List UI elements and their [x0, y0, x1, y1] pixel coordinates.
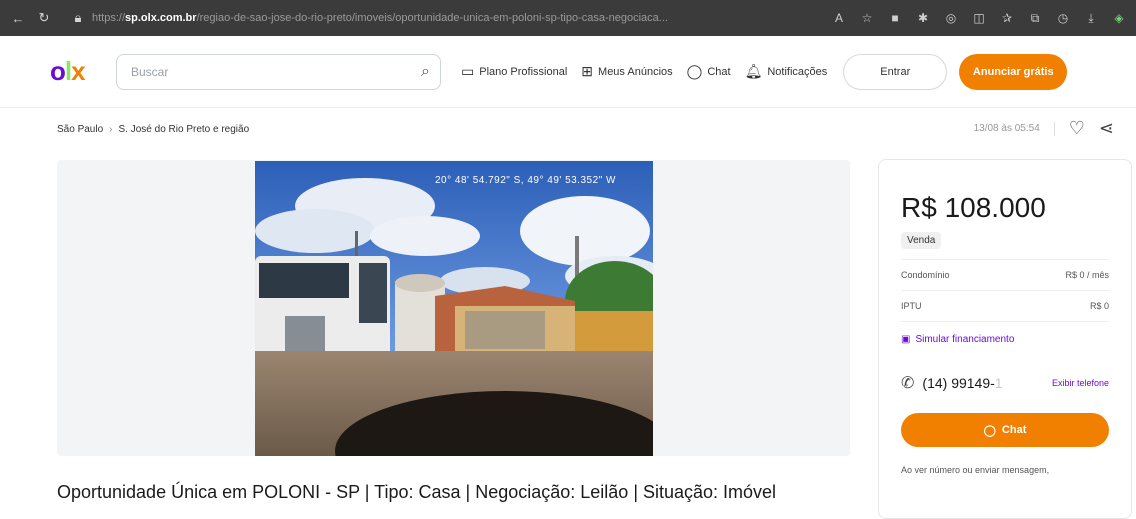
phone-row: ✆ (14) 99149-1 Exibir telefone	[901, 373, 1109, 393]
olx-logo[interactable]: olx	[50, 56, 110, 87]
price-card: R$ 108.000 Venda Condomínio R$ 0 / mês I…	[878, 159, 1132, 519]
extension-icon[interactable]: ■	[888, 11, 902, 25]
breadcrumb-region[interactable]: S. José do Rio Preto e região	[119, 124, 250, 135]
fee-row-condominio: Condomínio R$ 0 / mês	[901, 259, 1109, 291]
reload-icon[interactable]: ↻	[36, 10, 52, 26]
briefcase-icon: ▭	[461, 63, 475, 79]
chat-icon: ◯	[686, 63, 703, 79]
nav-chat[interactable]: ◯ Chat	[687, 63, 731, 80]
site-header: olx ⌕ ▭Plano Profissional ⊞Meus Anúncios…	[0, 36, 1136, 108]
download-icon[interactable]: ⤓	[1084, 11, 1098, 25]
fee-value: R$ 0 / mês	[1065, 270, 1109, 280]
extension-icons: A ☆ ■ ✱ ◎ ◫ ✰ ⧉ ◷ ⤓ ◈	[832, 11, 1126, 26]
image-gallery: 20° 48' 54.792" S, 49° 49' 53.352" W	[57, 160, 850, 456]
breadcrumb: São Paulo › S. José do Rio Preto e regiã…	[57, 124, 249, 135]
price: R$ 108.000	[901, 192, 1046, 223]
photo-illustration	[255, 161, 653, 456]
back-icon[interactable]: ←	[10, 10, 26, 26]
fee-row-iptu: IPTU R$ 0	[901, 291, 1109, 322]
nav-plano-profissional[interactable]: ▭ Plano Profissional	[461, 63, 567, 80]
main-nav: ▭ Plano Profissional ⊞ Meus Anúncios ◯ Chat…	[461, 63, 827, 80]
browser-toolbar: ← ↻ 🔒︎ https://sp.olx.com.br/regiao-de-s…	[0, 0, 1136, 36]
nav-notificacoes[interactable]: 🔔︎ Notificações	[745, 63, 828, 80]
address-bar[interactable]: 🔒︎ https://sp.olx.com.br/regiao-de-sao-j…	[62, 6, 722, 30]
copilot-icon[interactable]: ◈	[1112, 11, 1126, 25]
fee-label: IPTU	[901, 301, 922, 311]
share-icon[interactable]: ⋖	[1099, 118, 1114, 139]
favorites-icon[interactable]: ✰	[1000, 11, 1014, 25]
sale-type-badge: Venda	[901, 232, 942, 249]
pin-icon[interactable]: ✱	[916, 11, 930, 25]
login-button[interactable]: Entrar	[843, 53, 948, 90]
breadcrumb-state[interactable]: São Paulo	[57, 124, 103, 135]
grid-icon: ⊞	[581, 63, 594, 79]
star-icon[interactable]: ☆	[860, 11, 874, 25]
phone-icon: ✆	[901, 375, 915, 392]
fee-label: Condomínio	[901, 270, 950, 280]
url-text: https://sp.olx.com.br/regiao-de-sao-jose…	[92, 12, 668, 24]
history-icon[interactable]: ◷	[1056, 11, 1070, 25]
shield-icon[interactable]: ◎	[944, 11, 958, 25]
search-icon[interactable]: ⌕	[421, 63, 430, 81]
contact-note: Ao ver número ou enviar mensagem,	[901, 465, 1050, 475]
calculator-icon: ▣	[901, 334, 911, 345]
split-icon[interactable]: ◫	[972, 11, 986, 25]
heart-icon[interactable]: ♡	[1069, 118, 1085, 139]
search-box[interactable]: ⌕	[116, 53, 441, 90]
collections-icon[interactable]: ⧉	[1028, 11, 1042, 25]
ad-title: Oportunidade Única em POLONI - SP | Tipo…	[57, 482, 777, 502]
simulate-financing-link[interactable]: ▣ Simular financiamento	[901, 334, 1109, 345]
post-ad-button[interactable]: Anunciar grátis	[959, 53, 1068, 90]
bell-icon: 🔔︎	[744, 63, 763, 79]
fee-value: R$ 0	[1089, 301, 1109, 311]
photo-coordinates: 20° 48' 54.792" S, 49° 49' 53.352" W	[435, 175, 616, 186]
phone-number: (14) 99149-1	[922, 375, 1003, 391]
search-input[interactable]	[131, 64, 422, 79]
chat-icon: ◯	[983, 424, 996, 437]
listing-photo[interactable]: 20° 48' 54.792" S, 49° 49' 53.352" W	[255, 161, 653, 456]
publish-date: 13/08 às 05:54	[973, 123, 1040, 134]
show-phone-link[interactable]: Exibir telefone	[1052, 378, 1109, 388]
ad-meta: 13/08 às 05:54 ♡ ⋖	[974, 118, 1114, 139]
chat-button[interactable]: ◯ Chat	[901, 413, 1109, 447]
read-aloud-icon[interactable]: A	[832, 11, 846, 25]
nav-meus-anuncios[interactable]: ⊞ Meus Anúncios	[581, 63, 672, 80]
lock-icon: 🔒︎	[74, 10, 82, 25]
divider	[1053, 121, 1055, 136]
chevron-right-icon: ›	[109, 124, 113, 135]
